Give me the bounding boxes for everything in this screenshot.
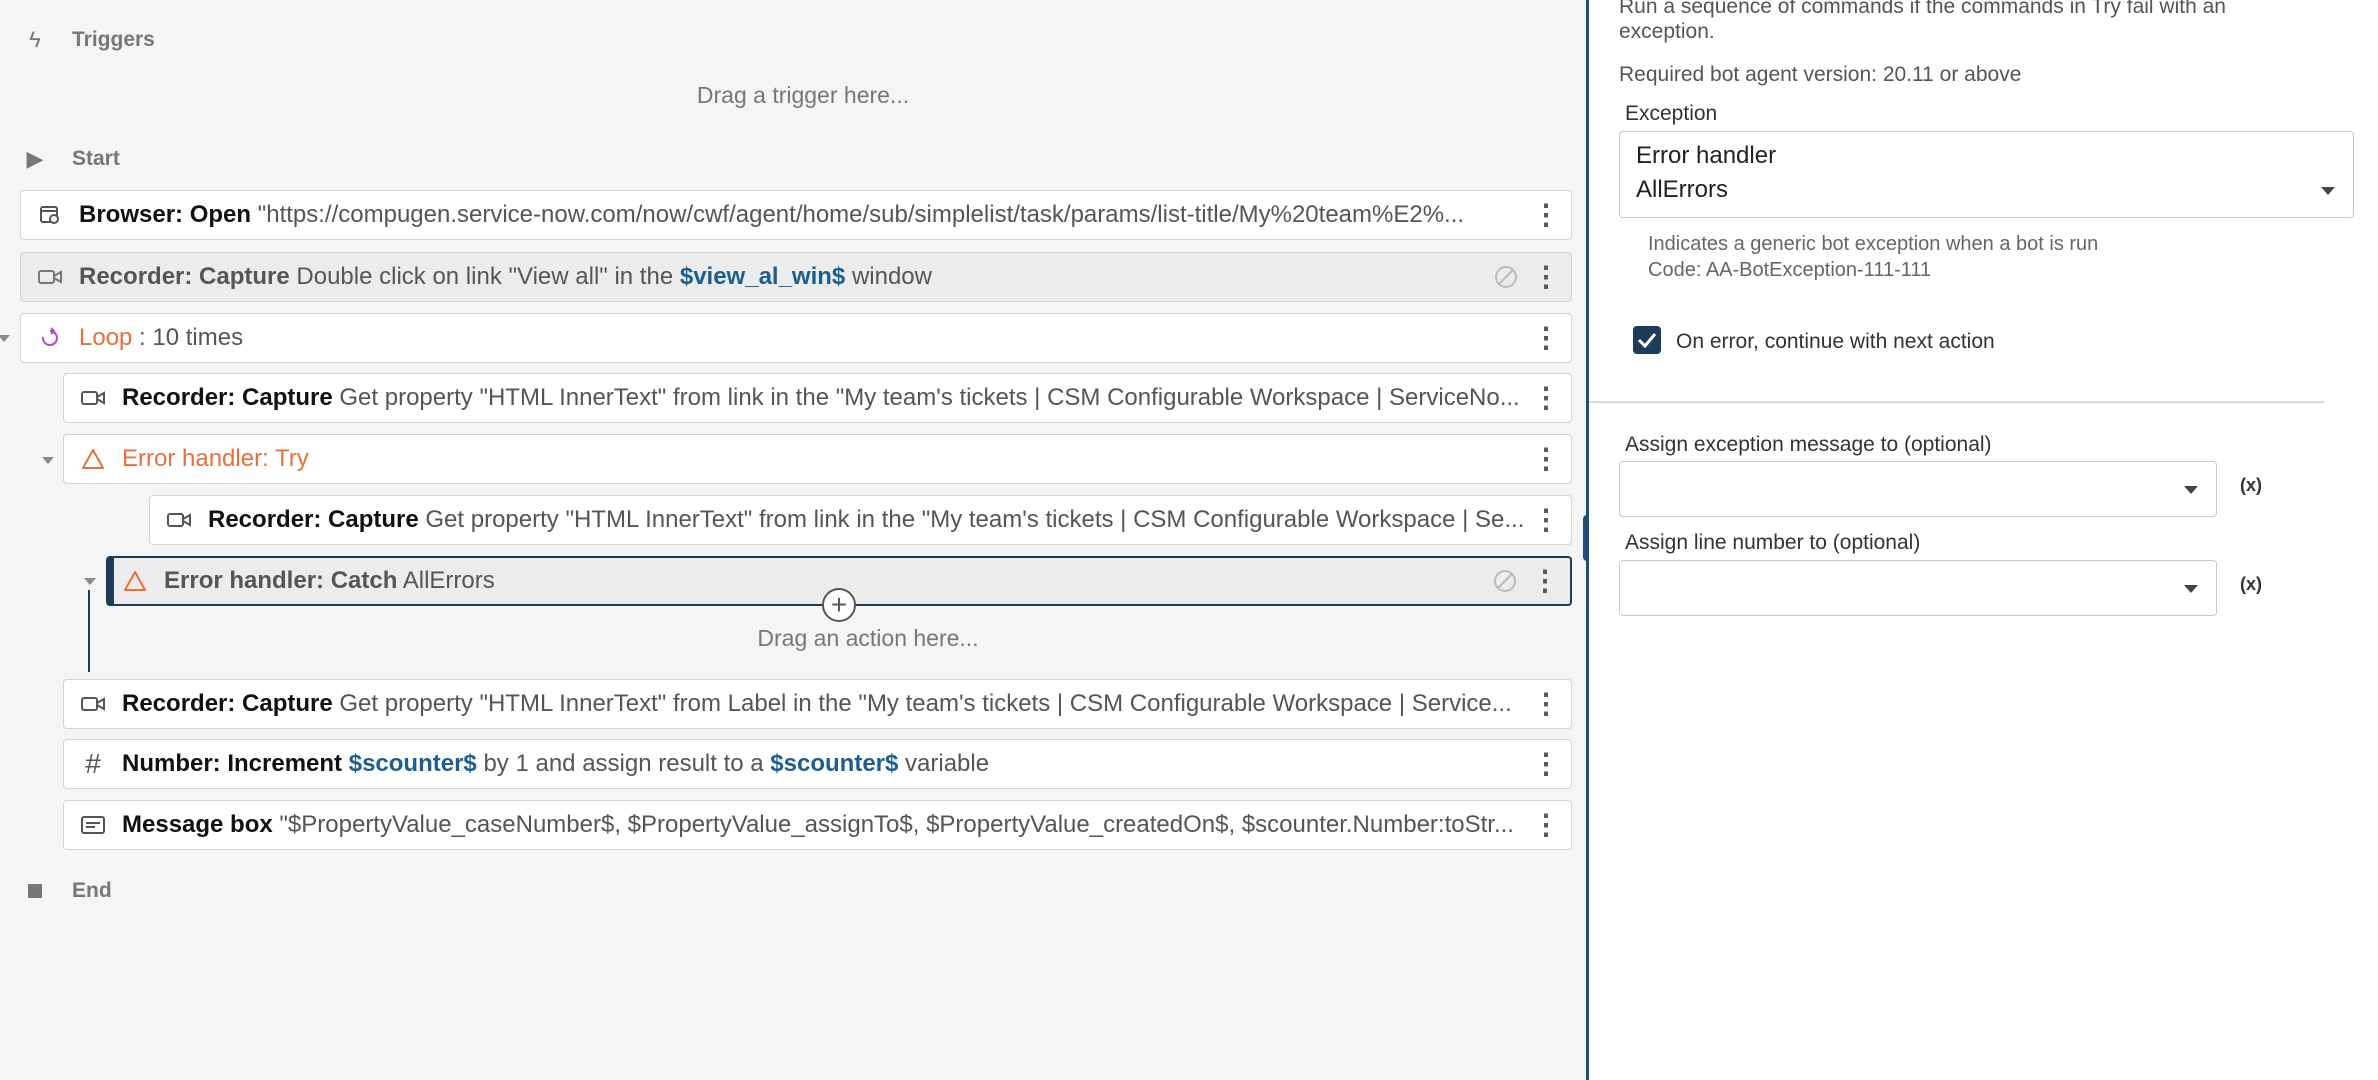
triggers-section: ϟ Triggers — [22, 27, 155, 53]
video-camera-icon — [78, 695, 108, 713]
browser-icon — [35, 204, 65, 226]
trigger-dropzone[interactable]: Drag a trigger here... — [0, 82, 1586, 109]
hash-icon: # — [85, 748, 101, 779]
action-title: Browser: Open — [79, 201, 252, 228]
action-detail: window — [845, 263, 932, 290]
catch-block-line — [88, 590, 90, 672]
action-detail: "https://compugen.service-now.com/now/cw… — [251, 201, 1465, 228]
action-detail: Get property "HTML InnerText" from link … — [332, 384, 1520, 411]
action-title: Recorder: Capture — [208, 506, 419, 533]
action-title: Recorder: Capture — [79, 263, 290, 290]
insert-variable-icon[interactable]: (x) — [2240, 475, 2262, 496]
kebab-menu-icon[interactable]: ⋮ — [1531, 506, 1561, 534]
assign-line-select[interactable] — [1619, 560, 2217, 616]
end-section: End — [22, 878, 112, 904]
action-recorder-capture-disabled[interactable]: Recorder: Capture Double click on link "… — [20, 252, 1572, 302]
collapse-caret-icon[interactable] — [0, 335, 10, 342]
action-description-line1: Run a sequence of commands if the comman… — [1619, 0, 2226, 18]
action-title: Error handler: Try — [122, 445, 309, 472]
action-title: Loop — [79, 324, 133, 351]
action-title: Number: Increment — [122, 750, 343, 777]
action-dropzone[interactable]: Drag an action here... — [106, 625, 1586, 652]
kebab-menu-icon[interactable]: ⋮ — [1531, 263, 1561, 291]
insert-variable-icon[interactable]: (x) — [2240, 574, 2262, 595]
start-section: ▶ Start — [22, 146, 120, 172]
play-icon: ▶ — [26, 146, 44, 171]
stop-square-icon — [22, 878, 48, 904]
chevron-down-icon — [2184, 486, 2198, 494]
variable-token: $scounter$ — [770, 750, 899, 777]
message-box-icon — [78, 815, 108, 835]
kebab-menu-icon[interactable]: ⋮ — [1531, 384, 1561, 412]
action-recorder-capture[interactable]: Recorder: Capture Get property "HTML Inn… — [63, 373, 1572, 423]
variable-token: $scounter$ — [348, 750, 477, 777]
action-title: Error handler: Catch — [164, 567, 398, 594]
kebab-menu-icon[interactable]: ⋮ — [1531, 201, 1561, 229]
loop-icon — [35, 327, 65, 349]
action-number-increment[interactable]: # Number: Increment $scounter$ by 1 and … — [63, 739, 1572, 789]
action-browser-open[interactable]: Browser: Open "https://compugen.service-… — [20, 190, 1572, 240]
properties-panel: Run a sequence of commands if the comman… — [1589, 0, 2378, 1080]
lightning-icon: ϟ — [29, 27, 41, 52]
continue-on-error-label: On error, continue with next action — [1676, 330, 1995, 353]
action-title: Recorder: Capture — [122, 690, 333, 717]
action-detail: Get property "HTML InnerText" from Label… — [332, 690, 1512, 717]
assign-message-label: Assign exception message to (optional) — [1625, 433, 1992, 456]
kebab-menu-icon[interactable]: ⋮ — [1531, 445, 1561, 473]
action-title: Recorder: Capture — [122, 384, 333, 411]
exception-select[interactable]: Error handler AllErrors — [1619, 131, 2354, 218]
kebab-menu-icon[interactable]: ⋮ — [1531, 811, 1561, 839]
action-message-box[interactable]: Message box "$PropertyValue_caseNumber$,… — [63, 800, 1572, 850]
action-detail: "$PropertyValue_caseNumber$, $PropertyVa… — [272, 811, 1514, 838]
action-loop[interactable]: Loop : 10 times ⋮ — [20, 313, 1572, 363]
continue-on-error-checkbox[interactable] — [1633, 326, 1661, 354]
exception-help-line1: Indicates a generic bot exception when a… — [1648, 233, 2099, 255]
disabled-icon — [1492, 568, 1518, 594]
action-title: Message box — [122, 811, 273, 838]
kebab-menu-icon[interactable]: ⋮ — [1531, 690, 1561, 718]
action-recorder-capture-label[interactable]: Recorder: Capture Get property "HTML Inn… — [63, 679, 1572, 729]
section-divider — [1589, 401, 2324, 403]
collapse-caret-icon[interactable] — [84, 578, 96, 585]
action-error-handler-try[interactable]: Error handler: Try ⋮ — [63, 434, 1572, 484]
video-camera-icon — [78, 389, 108, 407]
exception-group: Error handler — [1636, 142, 1777, 169]
action-description-line2: exception. — [1619, 20, 1715, 43]
action-detail: : 10 times — [132, 324, 244, 351]
video-camera-icon — [35, 268, 65, 286]
kebab-menu-icon[interactable]: ⋮ — [1531, 750, 1561, 778]
action-detail: Double click on link "View all" in the — [289, 263, 680, 290]
start-label: Start — [72, 147, 120, 170]
flow-canvas: ϟ Triggers Drag a trigger here... ▶ Star… — [0, 0, 1586, 1080]
add-action-plus-icon[interactable]: + — [822, 588, 856, 622]
disabled-icon — [1493, 264, 1519, 290]
action-detail: AllErrors — [397, 567, 495, 594]
assign-line-label: Assign line number to (optional) — [1625, 531, 1921, 554]
video-camera-icon — [164, 511, 194, 529]
exception-value: AllErrors — [1636, 176, 1729, 203]
chevron-down-icon — [2184, 585, 2198, 593]
action-detail: variable — [898, 750, 990, 777]
warning-triangle-icon — [120, 570, 150, 592]
chevron-down-icon — [2321, 187, 2335, 195]
kebab-menu-icon[interactable]: ⋮ — [1531, 324, 1561, 352]
required-version: Required bot agent version: 20.11 or abo… — [1619, 63, 2022, 86]
exception-help-line2: Code: AA-BotException-111-111 — [1648, 259, 1932, 281]
warning-triangle-icon — [78, 448, 108, 470]
action-detail: by 1 and assign result to a — [476, 750, 771, 777]
check-icon — [1637, 333, 1657, 348]
end-label: End — [72, 879, 112, 902]
triggers-label: Triggers — [72, 28, 155, 51]
kebab-menu-icon[interactable]: ⋮ — [1530, 567, 1560, 595]
assign-message-select[interactable] — [1619, 461, 2217, 517]
collapse-caret-icon[interactable] — [42, 457, 54, 464]
variable-token: $view_al_win$ — [679, 263, 846, 290]
exception-label: Exception — [1625, 102, 1718, 125]
action-detail: Get property "HTML InnerText" from link … — [418, 506, 1525, 533]
action-recorder-capture-try[interactable]: Recorder: Capture Get property "HTML Inn… — [149, 495, 1572, 545]
